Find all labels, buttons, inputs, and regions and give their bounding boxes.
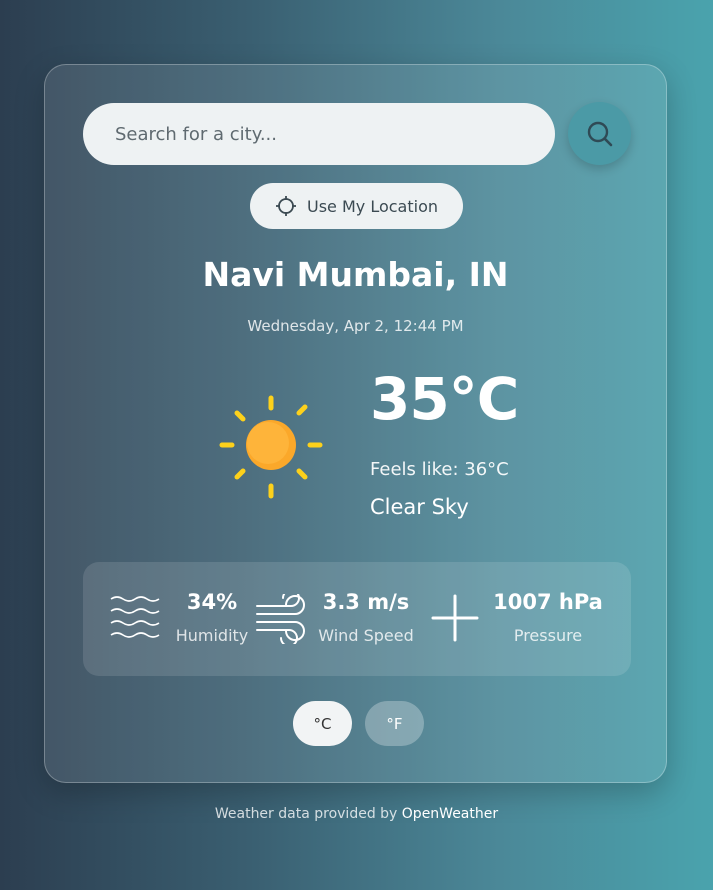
celsius-toggle-button[interactable]: °C — [293, 701, 352, 746]
fahrenheit-toggle-button[interactable]: °F — [365, 701, 424, 746]
footer-attribution: Weather data provided by OpenWeather — [0, 806, 713, 822]
feels-like: Feels like: 36°C — [370, 459, 509, 480]
wind-speed-value: 3.3 m/s — [322, 590, 410, 614]
weather-card: Use My Location Navi Mumbai, IN Wednesda… — [44, 64, 667, 783]
humidity-waves-icon — [110, 596, 160, 638]
date-time: Wednesday, Apr 2, 12:44 PM — [247, 317, 464, 335]
weather-description: Clear Sky — [370, 495, 469, 519]
use-my-location-button[interactable]: Use My Location — [250, 183, 463, 229]
humidity-value: 34% — [186, 590, 238, 614]
openweather-link[interactable]: OpenWeather — [402, 806, 498, 822]
footer-text: Weather data provided by — [214, 806, 402, 822]
sun-icon — [219, 395, 323, 499]
search-input[interactable] — [83, 103, 555, 165]
pressure-plus-icon — [431, 594, 479, 642]
wind-speed-label: Wind Speed — [318, 626, 414, 645]
city-name: Navi Mumbai, IN — [202, 255, 509, 294]
weather-details-panel: 34% Humidity 3.3 m/s Wind Speed 1007 hPa… — [83, 562, 631, 676]
crosshair-icon — [275, 196, 296, 216]
search-button[interactable] — [568, 102, 631, 165]
pressure-label: Pressure — [513, 626, 583, 645]
humidity-label: Humidity — [175, 626, 249, 645]
use-my-location-label: Use My Location — [306, 196, 438, 216]
wind-icon — [256, 594, 305, 644]
search-icon — [587, 121, 612, 146]
temperature: 35°C — [370, 365, 519, 433]
pressure-value: 1007 hPa — [493, 590, 603, 614]
